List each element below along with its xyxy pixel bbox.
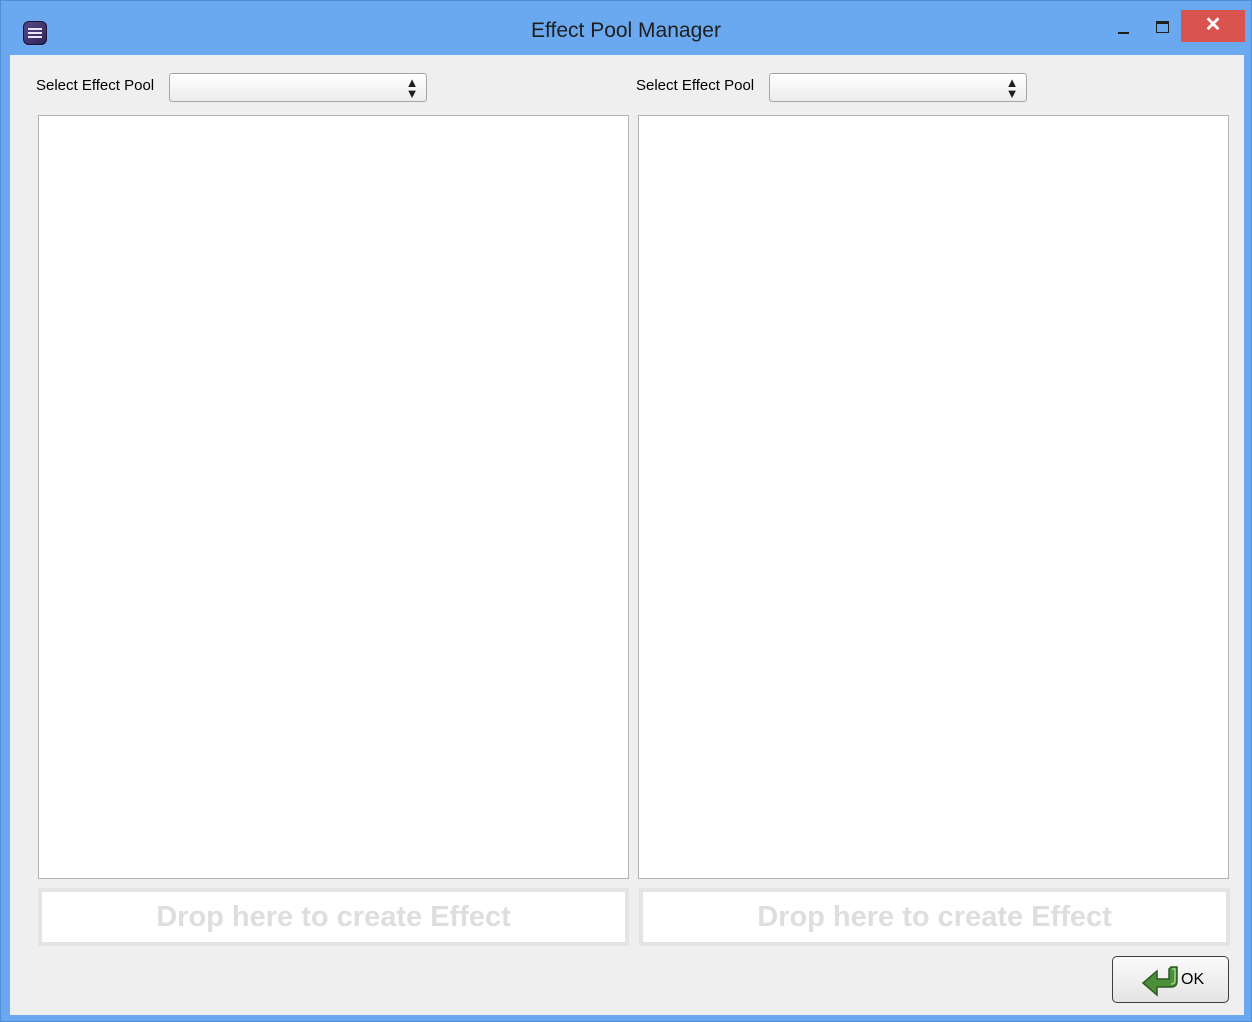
effect-pool-manager-window: Effect Pool Manager ✕ Select Effect Pool… xyxy=(0,0,1252,1022)
up-down-arrow-icon: ▲ ▼ xyxy=(405,75,419,101)
left-select-effect-pool-label: Select Effect Pool xyxy=(36,77,155,94)
close-button[interactable]: ✕ xyxy=(1181,10,1245,42)
ok-button-label: OK xyxy=(1181,971,1205,988)
close-icon: ✕ xyxy=(1204,14,1222,36)
left-effect-list[interactable] xyxy=(38,115,629,879)
right-effect-pool-select[interactable]: ▲ ▼ xyxy=(769,73,1027,102)
left-effect-pool-select[interactable]: ▲ ▼ xyxy=(169,73,427,102)
right-select-effect-pool-label: Select Effect Pool xyxy=(636,77,755,94)
return-arrow-icon xyxy=(1141,966,1178,997)
left-drop-zone[interactable]: Drop here to create Effect xyxy=(38,888,629,946)
up-down-arrow-icon: ▲ ▼ xyxy=(1005,75,1019,101)
right-drop-zone[interactable]: Drop here to create Effect xyxy=(639,888,1230,946)
minimize-button[interactable] xyxy=(1101,10,1145,42)
dialog-body: Select Effect Pool ▲ ▼ Select Effect Pool… xyxy=(10,55,1244,1015)
ok-button[interactable]: OK xyxy=(1112,956,1229,1003)
maximize-button[interactable] xyxy=(1147,10,1181,42)
title-bar[interactable]: Effect Pool Manager ✕ xyxy=(1,1,1251,55)
right-effect-list[interactable] xyxy=(638,115,1229,879)
window-title: Effect Pool Manager xyxy=(531,19,721,42)
